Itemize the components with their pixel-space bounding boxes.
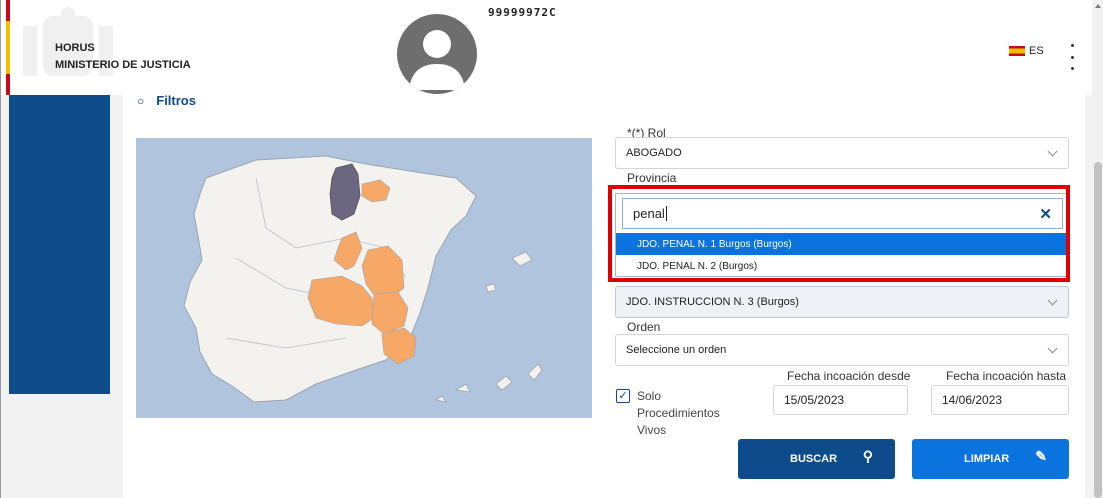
rol-value: ABOGADO [626,147,682,159]
chevron-down-icon [1047,295,1058,306]
orden-select[interactable]: Seleccione un orden [615,334,1069,366]
header: HORUS MINISTERIO DE JUSTICIA 99999972C E… [1,0,1092,95]
checkmark-icon: ✓ [618,389,628,402]
spain-flag-icon [1009,46,1025,56]
spain-map-svg [183,155,543,403]
scroll-up-icon[interactable] [1095,4,1101,8]
scroll-thumb[interactable] [1094,162,1102,498]
orden-value: Seleccione un orden [626,344,727,356]
flag-stripe [6,0,10,95]
brand: HORUS MINISTERIO DE JUSTICIA [55,40,191,74]
avatar[interactable] [397,14,477,94]
chevron-down-icon [1047,343,1058,354]
rol-select[interactable]: ABOGADO [615,137,1069,169]
user-avatar-icon [409,30,465,90]
fecha-desde-label: Fecha incoación desde [787,369,911,383]
eraser-icon: ✎ [1035,448,1047,464]
provincia-label: Provincia [627,171,677,185]
more-options-icon[interactable] [1067,44,1077,70]
organo-value: JDO. INSTRUCCION N. 3 (Burgos) [626,296,799,308]
language-code: ES [1029,45,1044,57]
spain-map[interactable] [136,138,592,418]
chevron-down-icon [1047,146,1058,157]
solo-vivos-checkbox[interactable]: ✓ [616,389,630,403]
app-name: HORUS [55,42,95,54]
ministry-name: MINISTERIO DE JUSTICIA [55,59,191,71]
buscar-button[interactable]: BUSCAR ⚲ [738,439,895,479]
app-window: HORUS MINISTERIO DE JUSTICIA 99999972C E… [0,0,1103,498]
filter-icon: ○ [137,93,145,108]
language-selector[interactable]: ES [1009,45,1044,57]
user-id: 99999972C [488,6,557,19]
filters-header: ○ Filtros [137,93,196,108]
fecha-hasta-label: Fecha incoación hasta [946,369,1067,383]
solo-vivos-label: Solo Procedimientos Vivos [637,389,720,437]
fecha-hasta-input[interactable]: 14/06/2023 [931,385,1069,415]
filters-title: Filtros [156,93,196,108]
organo-select[interactable]: JDO. INSTRUCCION N. 3 (Burgos) [615,286,1069,318]
search-icon: ⚲ [862,448,873,464]
limpiar-label: LIMPIAR [964,453,1010,465]
sidebar [9,95,110,394]
highlight-frame [608,185,1070,282]
orden-label: Orden [627,320,661,334]
limpiar-button[interactable]: LIMPIAR ✎ [912,439,1069,479]
scrollbar[interactable] [1092,0,1103,498]
fecha-desde-input[interactable]: 15/05/2023 [773,385,908,415]
buscar-label: BUSCAR [790,453,838,465]
